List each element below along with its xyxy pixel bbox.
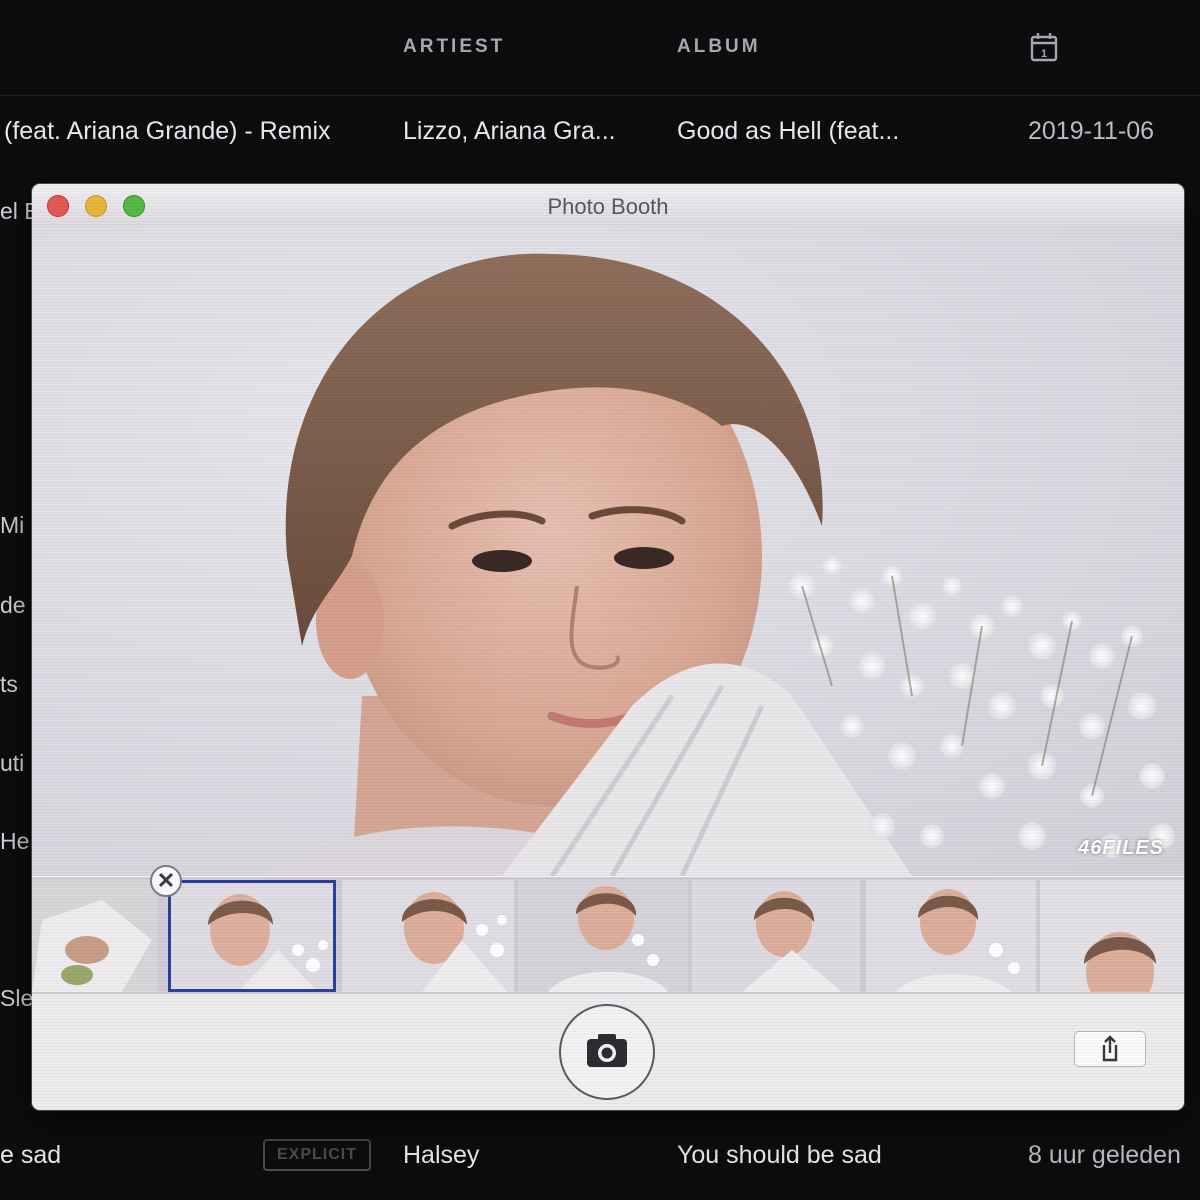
photo-thumbnail[interactable]: [32, 880, 158, 992]
watermark: 46FILES: [1078, 837, 1164, 859]
column-header-album[interactable]: ALBUM: [677, 36, 761, 58]
track-title-fragment[interactable]: He: [0, 828, 29, 855]
photo-thumbnail[interactable]: [866, 880, 1036, 992]
track-album[interactable]: Good as Hell (feat...: [677, 117, 899, 146]
photo-thumbnail[interactable]: [518, 880, 688, 992]
track-title-fragment[interactable]: uti: [0, 750, 24, 777]
track-date: 8 uur geleden: [1028, 1141, 1181, 1169]
photo-booth-window[interactable]: Photo Booth 46FILES ✕: [32, 184, 1184, 1110]
svg-text:1: 1: [1041, 48, 1047, 60]
thumbnail-image: [1040, 880, 1184, 992]
track-title: e sad: [0, 1141, 62, 1169]
track-title-fragment[interactable]: ts: [0, 671, 18, 698]
thumbnail-image: [342, 880, 514, 992]
take-photo-button[interactable]: [559, 1004, 655, 1100]
thumbnail-image: [866, 880, 1036, 992]
bottom-toolbar: [32, 994, 1184, 1110]
camera-preview: 46FILES: [32, 226, 1184, 876]
thumbnail-image: [692, 880, 860, 992]
photo-filmstrip[interactable]: ✕: [32, 865, 1184, 996]
column-header-artist[interactable]: ARTIEST: [403, 36, 505, 58]
calendar-icon[interactable]: 1: [1030, 32, 1058, 62]
track-artist[interactable]: Lizzo, Ariana Gra...: [403, 117, 616, 146]
photo-thumbnail-selected[interactable]: [168, 880, 336, 992]
window-title: Photo Booth: [547, 194, 669, 219]
photo-thumbnail[interactable]: [1040, 880, 1184, 992]
window-titlebar[interactable]: Photo Booth: [32, 184, 1184, 227]
track-title-fragment[interactable]: Sle: [0, 985, 33, 1012]
share-button[interactable]: [1074, 1031, 1146, 1067]
track-artist[interactable]: Halsey: [403, 1141, 479, 1170]
thumbnail-image: [32, 880, 158, 992]
camera-preview-image: [262, 253, 1175, 876]
delete-photo-button[interactable]: ✕: [150, 865, 182, 897]
track-album[interactable]: You should be sad: [677, 1141, 882, 1170]
explicit-badge: EXPLICIT: [263, 1139, 371, 1171]
track-title-fragment[interactable]: de: [0, 592, 26, 619]
track-date: 2019-11-06: [1028, 117, 1155, 145]
row-divider: [0, 95, 1200, 96]
thumbnail-image: [518, 880, 688, 992]
camera-icon: [587, 1034, 627, 1067]
thumbnail-image: [168, 880, 336, 992]
track-title: (feat. Ariana Grande) - Remix: [4, 117, 331, 145]
photo-thumbnail[interactable]: [342, 880, 514, 992]
share-icon: [1102, 1035, 1118, 1062]
track-title-fragment[interactable]: Mi: [0, 512, 24, 539]
photo-thumbnail[interactable]: [692, 880, 860, 992]
